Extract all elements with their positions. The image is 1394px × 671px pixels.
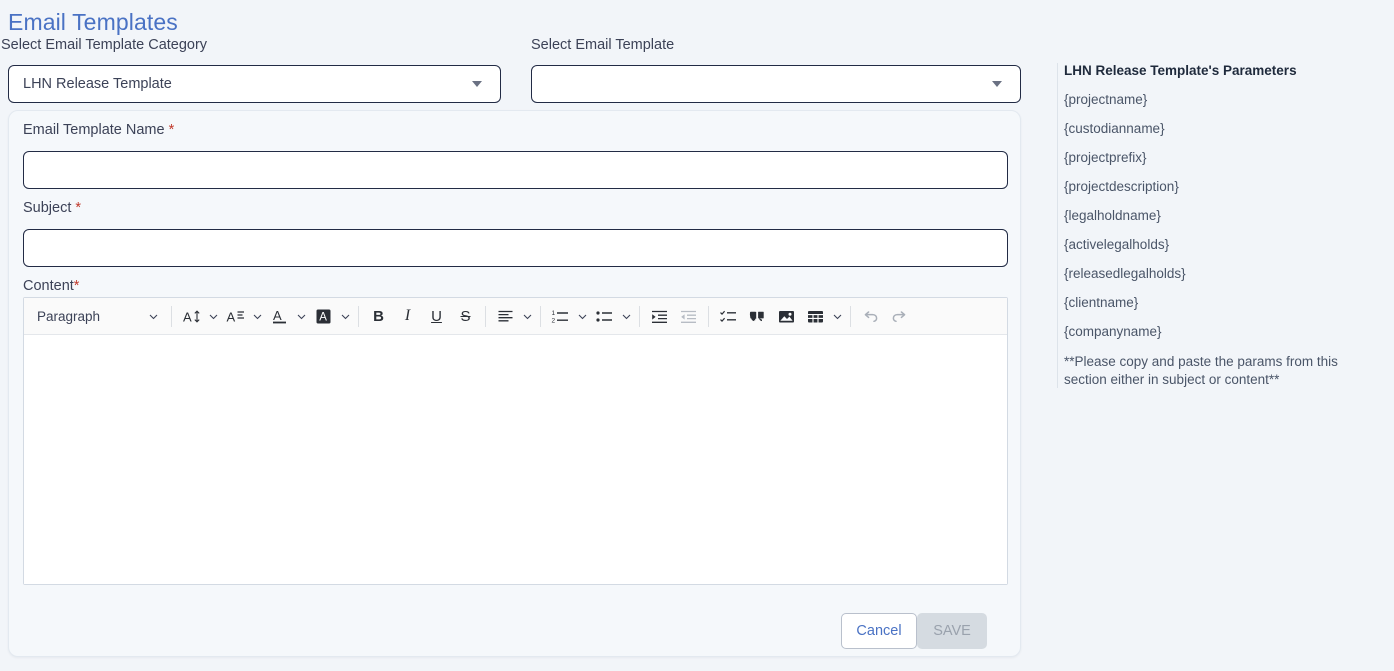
chevron-down-icon [146, 311, 161, 322]
parameter-item[interactable]: {releasedlegalholds} [1064, 266, 1387, 281]
parameter-item[interactable]: {legalholdname} [1064, 208, 1387, 223]
svg-text:A: A [183, 309, 192, 324]
numbered-list-group: 1 2 [546, 303, 590, 330]
parameters-note: **Please copy and paste the params from … [1064, 354, 1338, 387]
category-label: Select Email Template Category [1, 37, 208, 53]
editor-toolbar: Paragraph A A A A B I U S 1 2 [24, 298, 1007, 335]
chevron-down-icon[interactable] [250, 311, 265, 322]
highlight-color-group: A [309, 303, 353, 330]
highlight-color-icon[interactable]: A [310, 303, 337, 330]
content-editable-area[interactable] [24, 335, 1007, 584]
strikethrough-icon[interactable]: S [452, 303, 479, 330]
toolbar-divider [171, 305, 172, 327]
subject-label-text: Subject [23, 200, 72, 216]
page-title: Email Templates [8, 9, 178, 35]
parameter-item[interactable]: {projectname} [1064, 92, 1387, 107]
insert-table-group [801, 303, 845, 330]
parameters-title: LHN Release Template's Parameters [1064, 63, 1297, 78]
align-icon[interactable] [492, 303, 519, 330]
insert-image-icon[interactable] [773, 303, 800, 330]
save-button: SAVE [917, 613, 987, 649]
subject-label: Subject * [23, 200, 81, 216]
insert-table-icon[interactable] [802, 303, 829, 330]
email-template-name-label: Email Template Name * [23, 122, 174, 138]
name-label-text: Email Template Name [23, 122, 165, 138]
toolbar-divider [708, 305, 709, 327]
undo-icon[interactable] [857, 303, 884, 330]
italic-icon[interactable]: I [394, 303, 421, 330]
parameter-item[interactable]: {companyname} [1064, 324, 1387, 339]
bulleted-list-group [590, 303, 634, 330]
toolbar-divider [850, 305, 851, 327]
bold-icon[interactable]: B [365, 303, 392, 330]
chevron-down-icon[interactable] [206, 311, 221, 322]
toolbar-divider [358, 305, 359, 327]
chevron-down-icon[interactable] [619, 311, 634, 322]
svg-text:2: 2 [552, 317, 556, 324]
template-label: Select Email Template [531, 37, 675, 53]
paragraph-style-dropdown[interactable]: Paragraph [28, 303, 166, 330]
email-template-name-input[interactable] [23, 151, 1008, 189]
chevron-down-icon[interactable] [575, 311, 590, 322]
blockquote-icon[interactable] [744, 303, 771, 330]
email-templates-page: Email Templates Select Email Template Ca… [0, 0, 1394, 671]
toolbar-divider [540, 305, 541, 327]
font-color-icon[interactable]: A [266, 303, 293, 330]
svg-text:1: 1 [552, 310, 556, 317]
subject-input[interactable] [23, 229, 1008, 267]
chevron-down-icon[interactable] [830, 311, 845, 322]
template-parameters-panel: LHN Release Template's Parameters {proje… [1057, 63, 1387, 388]
paragraph-style-value: Paragraph [37, 308, 101, 324]
content-label: Content* [23, 278, 79, 294]
font-family-icon[interactable]: A [222, 303, 249, 330]
email-template-form-card: Email Template Name * Subject * Content*… [8, 110, 1021, 657]
font-family-group: A [221, 303, 265, 330]
todo-list-icon[interactable] [715, 303, 742, 330]
alignment-group [491, 303, 535, 330]
numbered-list-icon[interactable]: 1 2 [547, 303, 574, 330]
parameter-item[interactable]: {clientname} [1064, 295, 1387, 310]
content-rich-text-editor: Paragraph A A A A B I U S 1 2 [23, 297, 1008, 585]
font-size-group: A [177, 303, 221, 330]
font-size-icon[interactable]: A [178, 303, 205, 330]
outdent-icon[interactable] [675, 303, 702, 330]
parameter-item[interactable]: {projectprefix} [1064, 150, 1387, 165]
chevron-down-icon [986, 81, 1008, 87]
email-template-category-select[interactable]: LHN Release Template [8, 65, 501, 103]
font-color-group: A [265, 303, 309, 330]
indent-icon[interactable] [646, 303, 673, 330]
toolbar-divider [639, 305, 640, 327]
chevron-down-icon[interactable] [520, 311, 535, 322]
content-label-text: Content [23, 278, 74, 294]
category-select-value: LHN Release Template [23, 76, 172, 92]
chevron-down-icon[interactable] [338, 311, 353, 322]
parameter-item[interactable]: {projectdescription} [1064, 179, 1387, 194]
svg-text:A: A [319, 311, 327, 323]
underline-icon[interactable]: U [423, 303, 450, 330]
bulleted-list-icon[interactable] [591, 303, 618, 330]
cancel-button[interactable]: Cancel [841, 613, 917, 649]
subject-required-marker: * [75, 200, 82, 216]
chevron-down-icon [466, 81, 488, 87]
parameter-item[interactable]: {activelegalholds} [1064, 237, 1387, 252]
toolbar-divider [485, 305, 486, 327]
email-template-select[interactable] [531, 65, 1021, 103]
content-required-marker: * [73, 278, 80, 294]
chevron-down-icon[interactable] [294, 311, 309, 322]
name-required-marker: * [168, 122, 175, 138]
svg-text:A: A [227, 309, 236, 324]
redo-icon[interactable] [886, 303, 913, 330]
parameter-item[interactable]: {custodianname} [1064, 121, 1387, 136]
svg-text:A: A [273, 308, 282, 323]
